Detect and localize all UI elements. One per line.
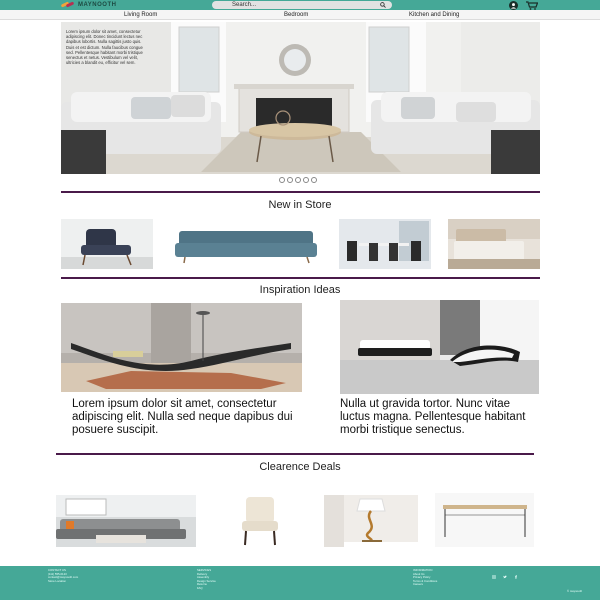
product-bed[interactable] (448, 219, 540, 269)
inspiration-modern-living-image[interactable] (340, 300, 539, 394)
product-dining-set[interactable] (339, 219, 431, 269)
carousel-dot[interactable] (311, 177, 317, 183)
facebook-icon[interactable] (514, 575, 518, 579)
footer-link[interactable]: FAQ (197, 586, 216, 591)
nav-kitchen-dining[interactable]: Kitchen and Dining (409, 10, 459, 20)
brand-logo[interactable]: MAYNOOTH (60, 1, 117, 9)
product-sofa[interactable] (169, 219, 322, 269)
hero-overlay-text: Lorem ipsum dolor sit amet, consectetur … (66, 29, 143, 66)
product-armchair[interactable] (61, 219, 153, 269)
carousel-dot[interactable] (287, 177, 293, 183)
footer-copyright: © maynooth (567, 589, 583, 593)
site-footer (0, 566, 600, 600)
deal-console-table[interactable] (435, 493, 534, 547)
hero-carousel[interactable]: Lorem ipsum dolor sit amet, consectetur … (61, 22, 540, 174)
carousel-dot[interactable] (295, 177, 301, 183)
carousel-dot[interactable] (279, 177, 285, 183)
twitter-icon[interactable] (503, 575, 507, 579)
section-divider (61, 277, 540, 279)
search-input[interactable]: Search... (232, 1, 256, 9)
carousel-indicators (279, 177, 317, 183)
logo-mark-icon (60, 1, 75, 8)
search-bar[interactable]: Search... (212, 1, 392, 9)
deal-sectional-sofa[interactable] (56, 495, 196, 547)
inspiration-title: Inspiration Ideas (259, 284, 341, 296)
nav-living-room[interactable]: Living Room (124, 10, 157, 20)
new-in-store-title: New in Store (268, 199, 332, 211)
shopping-cart-icon[interactable] (526, 1, 538, 10)
instagram-icon[interactable] (492, 575, 496, 579)
footer-link[interactable]: Careers (413, 583, 437, 587)
user-account-icon[interactable] (509, 1, 518, 10)
deal-table-lamp[interactable] (324, 495, 418, 547)
footer-information-column: INFORMATION About Us Privacy Policy Term… (413, 568, 437, 587)
carousel-dot[interactable] (303, 177, 309, 183)
footer-services-column: SERVICES Delivery Assembly Design Servic… (197, 568, 216, 591)
section-divider (56, 453, 534, 455)
inspiration-lounge-chair-image[interactable] (61, 303, 302, 392)
footer-contact-column: CONTACT US (111) 555-0123 contact@maynoo… (48, 568, 78, 584)
inspiration-left-text: Lorem ipsum dolor sit amet, consectetur … (72, 398, 293, 436)
clearance-title: Clearence Deals (259, 461, 341, 473)
inspiration-right-text: Nulla ut gravida tortor. Nunc vitae luct… (340, 398, 526, 436)
nav-bedroom[interactable]: Bedroom (284, 10, 308, 20)
deal-dining-chair[interactable] (214, 495, 306, 547)
search-icon[interactable] (380, 2, 386, 8)
category-nav: Living Room Bedroom Kitchen and Dining (0, 10, 600, 20)
footer-link[interactable]: Store Location (48, 579, 78, 584)
section-divider (61, 191, 540, 193)
brand-name: MAYNOOTH (78, 2, 117, 8)
